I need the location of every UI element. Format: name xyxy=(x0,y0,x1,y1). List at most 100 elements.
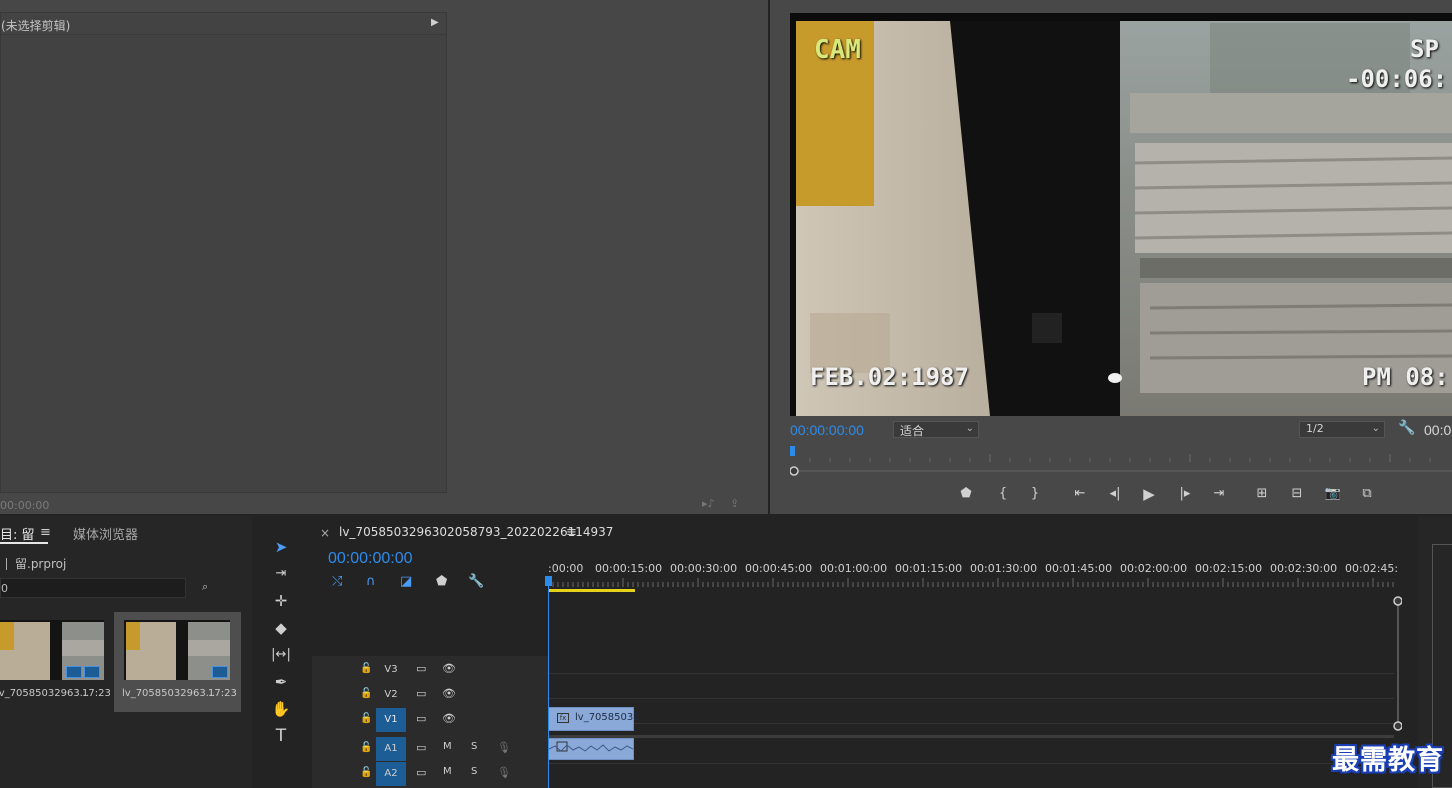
playhead-handle[interactable] xyxy=(545,576,552,586)
program-monitor-panel: CAM SP -00:06: FEB.02:1987 PM 08: 00:00:… xyxy=(770,0,1452,514)
program-timecode[interactable]: 00:00:00:00 xyxy=(790,422,864,438)
tab-project[interactable]: 目: 留 xyxy=(0,524,35,543)
video-badge-icon xyxy=(212,666,228,678)
osd-time: PM 08: xyxy=(1362,363,1449,391)
panel-menu-icon[interactable]: ≡ xyxy=(40,525,51,540)
source-header: (未选择剪辑) ▶ xyxy=(1,13,446,35)
zoom-fit-select[interactable]: 适合 ⌄ xyxy=(893,421,979,438)
track-header-v2: 🔓 V2 ▭ 👁 xyxy=(312,683,548,707)
track-divider xyxy=(548,763,1394,764)
export-frame-icon[interactable]: 📷 xyxy=(1321,485,1345,503)
step-forward-icon[interactable]: |▸ xyxy=(1173,485,1197,503)
hand-tool-icon[interactable]: ✋ xyxy=(268,698,294,720)
insert-icon[interactable]: ▸♪ xyxy=(702,497,715,510)
resolution-value: 1/2 xyxy=(1306,422,1324,435)
track-label-a2[interactable]: A2 xyxy=(376,762,406,786)
track-label-v1[interactable]: V1 xyxy=(376,708,406,732)
close-icon[interactable]: × xyxy=(320,526,330,540)
project-search-value: 0 xyxy=(1,582,8,595)
ruler-label: 00:01:30:00 xyxy=(970,562,1038,575)
wrench-icon[interactable]: 🔧 xyxy=(468,574,484,589)
ruler-label: 00:00:15:00 xyxy=(595,562,663,575)
project-file-name: 留.prproj xyxy=(15,557,67,571)
track-divider xyxy=(548,673,1394,674)
go-to-out-icon[interactable]: ⇥ xyxy=(1207,485,1231,503)
clip-duration: 17:23 xyxy=(82,688,111,699)
work-area-bar[interactable] xyxy=(548,589,635,592)
film-icon[interactable]: ▭ xyxy=(416,712,426,725)
lock-icon[interactable]: 🔓 xyxy=(360,663,372,674)
clip-duration: 17:23 xyxy=(208,688,237,699)
program-zoom-scrollbar[interactable] xyxy=(790,466,1452,476)
export-icon[interactable]: ⇪ xyxy=(730,497,739,510)
project-item[interactable]: lv_70585032963... 17:23 xyxy=(0,612,114,712)
source-monitor-panel: (未选择剪辑) ▶ 00:00:00 ▸♪ ⇪ xyxy=(0,0,768,514)
mute-button[interactable]: M xyxy=(443,766,452,777)
mic-icon[interactable]: 🎙 xyxy=(497,741,511,754)
add-marker-icon[interactable]: ⬟ xyxy=(954,485,978,503)
track-divider xyxy=(548,698,1394,699)
ripple-edit-tool-icon[interactable]: ✛ xyxy=(268,590,294,612)
timeline-track-area[interactable]: :00:00 00:00:15:00 00:00:30:00 00:00:45:… xyxy=(545,560,1398,788)
mark-out-icon[interactable]: } xyxy=(1023,485,1047,503)
film-icon[interactable]: ▭ xyxy=(416,687,426,700)
track-label-a1[interactable]: A1 xyxy=(376,737,406,761)
lock-icon[interactable]: 🔓 xyxy=(360,767,372,778)
eye-icon[interactable]: 👁 xyxy=(442,712,456,725)
pen-tool-icon[interactable]: ✒ xyxy=(268,671,294,693)
ruler-label: 00:02:45: xyxy=(1345,562,1399,575)
ruler-ticks xyxy=(548,578,1394,587)
add-marker-icon[interactable]: ⬟ xyxy=(436,574,447,589)
lock-icon[interactable]: 🔓 xyxy=(360,742,372,753)
mark-in-icon[interactable]: { xyxy=(991,485,1015,503)
snap-icon[interactable]: ∩ xyxy=(366,574,376,589)
ruler-label: 00:01:15:00 xyxy=(895,562,963,575)
film-icon[interactable]: ▭ xyxy=(416,766,426,779)
nest-icon[interactable]: ⤭ xyxy=(332,574,342,589)
lift-icon[interactable]: ⊞ xyxy=(1250,485,1274,503)
lock-icon[interactable]: 🔓 xyxy=(360,713,372,724)
track-select-tool-icon[interactable]: ⇥ xyxy=(268,563,294,585)
clip-thumbnail xyxy=(0,620,104,680)
linked-selection-icon[interactable]: ◪ xyxy=(400,574,412,589)
solo-button[interactable]: S xyxy=(471,766,477,777)
lock-icon[interactable]: 🔓 xyxy=(360,688,372,699)
playback-resolution-select[interactable]: 1/2 ⌄ xyxy=(1299,421,1385,438)
timeline-ruler[interactable]: :00:00 00:00:15:00 00:00:30:00 00:00:45:… xyxy=(548,560,1398,592)
mute-button[interactable]: M xyxy=(443,741,452,752)
film-icon[interactable]: ▭ xyxy=(416,741,426,754)
mic-icon[interactable]: 🎙 xyxy=(497,766,511,779)
video-clip[interactable]: fx lv_70585032 xyxy=(548,707,640,731)
program-time-ruler[interactable] xyxy=(790,446,1452,464)
timeline-panel: × lv_7058503296302058793_20220226114937 … xyxy=(312,516,1416,788)
go-to-in-icon[interactable]: ⇤ xyxy=(1068,485,1092,503)
track-divider xyxy=(548,723,1394,724)
track-label-v3[interactable]: V3 xyxy=(376,658,406,682)
selection-tool-icon[interactable]: ➤ xyxy=(268,536,294,558)
razor-tool-icon[interactable]: ◆ xyxy=(268,617,294,639)
find-icon[interactable]: ⌕ xyxy=(202,580,208,594)
program-playhead[interactable] xyxy=(790,446,795,456)
step-back-icon[interactable]: ◂| xyxy=(1103,485,1127,503)
track-label-v2[interactable]: V2 xyxy=(376,683,406,707)
compare-icon[interactable]: ⧉ xyxy=(1355,485,1379,503)
project-search-input[interactable]: 0 xyxy=(0,578,186,598)
audio-clip[interactable] xyxy=(548,738,634,760)
tab-media-browser[interactable]: 媒体浏览器 xyxy=(73,524,138,543)
timeline-playhead[interactable] xyxy=(548,580,549,788)
project-item-selected[interactable]: lv_70585032963... 17:23 xyxy=(114,612,241,712)
source-timecode[interactable]: 00:00:00 xyxy=(0,499,49,512)
panel-menu-icon[interactable]: ≡ xyxy=(566,525,577,540)
film-icon[interactable]: ▭ xyxy=(416,662,426,675)
source-monitor-view: (未选择剪辑) ▶ xyxy=(0,12,447,493)
extract-icon[interactable]: ⊟ xyxy=(1285,485,1309,503)
timeline-timecode[interactable]: 00:00:00:00 xyxy=(328,550,413,568)
wrench-icon[interactable]: 🔧 xyxy=(1398,420,1415,436)
panel-expand-icon[interactable]: ▶ xyxy=(431,17,439,28)
slip-tool-icon[interactable]: |↔| xyxy=(268,644,294,666)
solo-button[interactable]: S xyxy=(471,741,477,752)
play-icon[interactable]: ▶ xyxy=(1137,485,1161,503)
eye-icon[interactable]: 👁 xyxy=(442,662,456,675)
eye-icon[interactable]: 👁 xyxy=(442,687,456,700)
type-tool-icon[interactable]: T xyxy=(268,725,294,747)
